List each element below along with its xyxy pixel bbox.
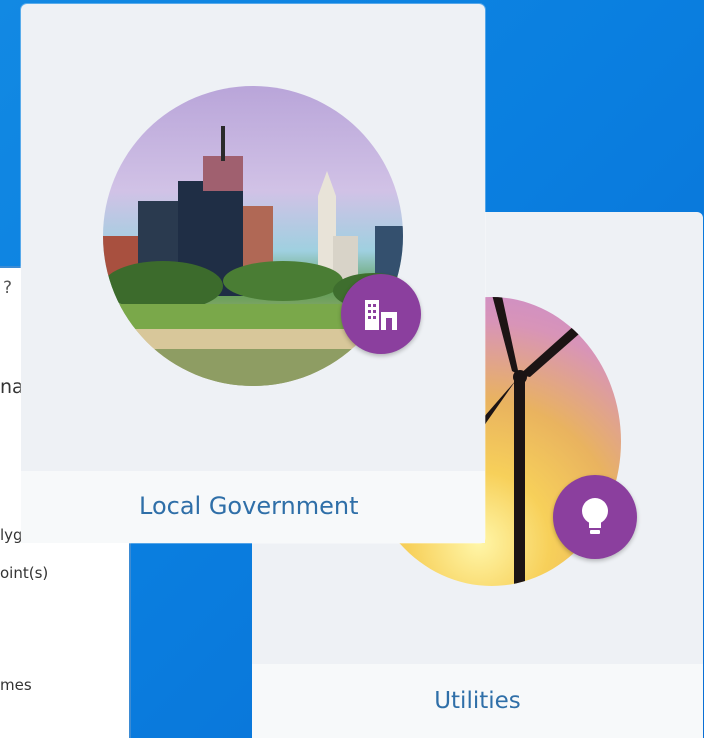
local-government-label[interactable]: Local Government: [139, 492, 359, 520]
local-government-card[interactable]: Local Government: [21, 4, 485, 543]
local-government-badge: [341, 274, 421, 354]
lightbulb-icon: [582, 498, 608, 534]
pane-row-3: mes: [0, 676, 32, 694]
pane-row-2: oint(s): [0, 564, 49, 582]
utilities-badge: [553, 475, 637, 559]
utilities-label[interactable]: Utilities: [252, 688, 703, 714]
help-button[interactable]: ?: [3, 278, 12, 298]
building-icon: [365, 300, 397, 330]
